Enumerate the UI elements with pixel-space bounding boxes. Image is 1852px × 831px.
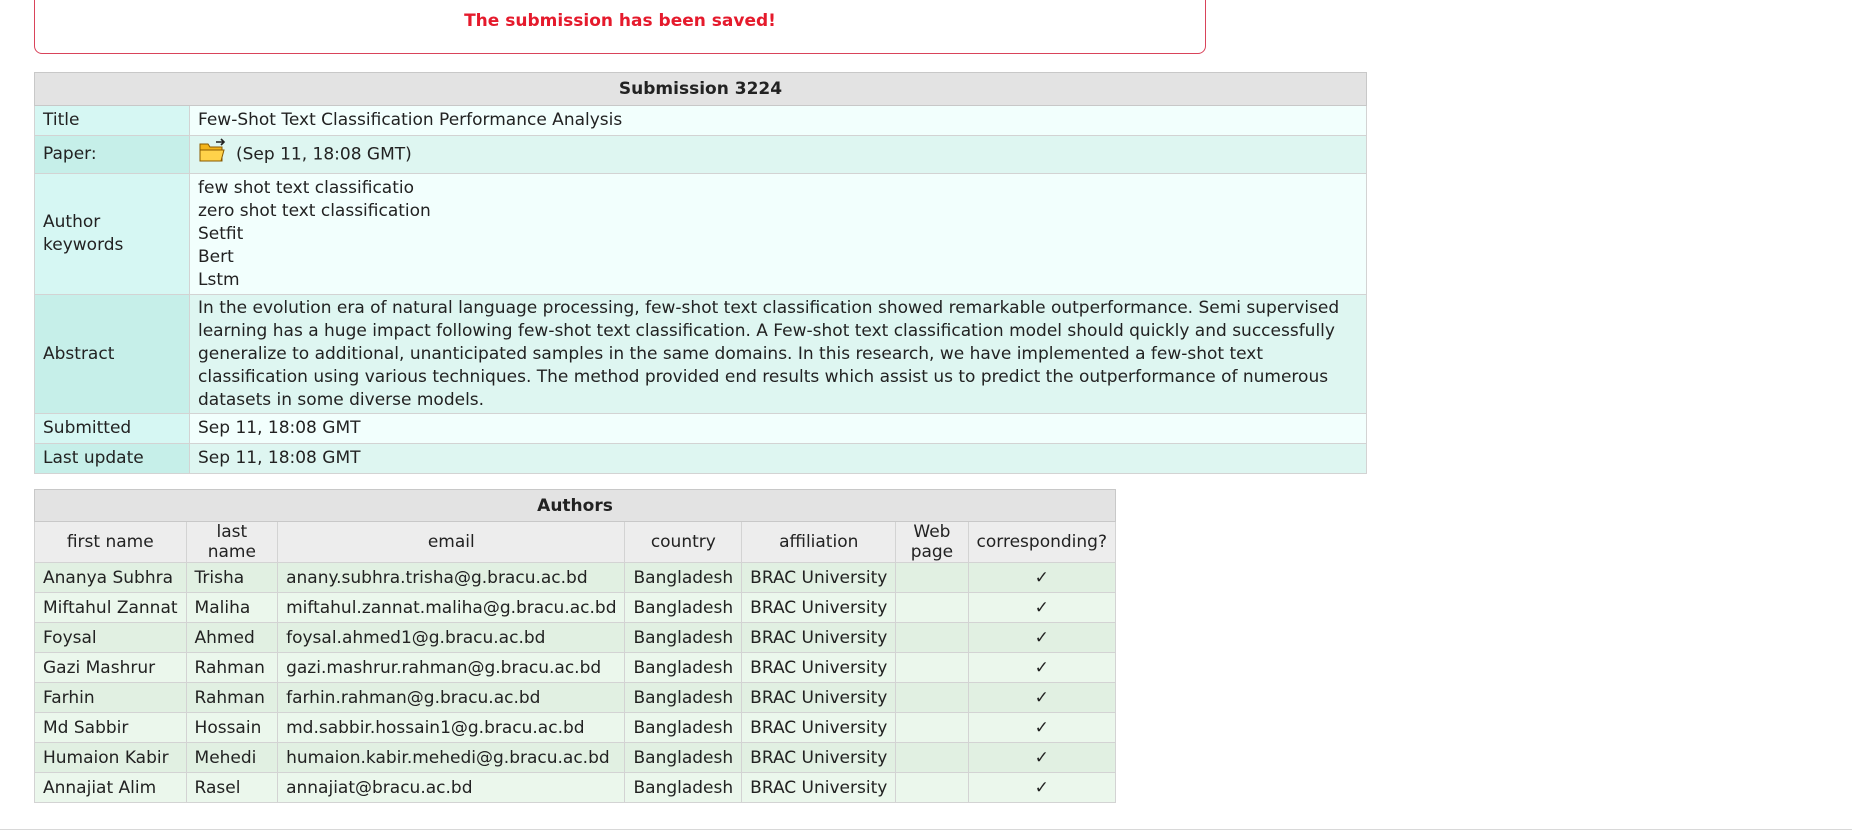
paper-date: (Sep 11, 18:08 GMT) <box>236 144 412 165</box>
keyword-item: zero shot text classification <box>198 200 431 221</box>
save-notice-text: The submission has been saved! <box>464 11 776 31</box>
keyword-item: Setfit <box>198 223 244 244</box>
country-cell: Bangladesh <box>624 652 743 683</box>
last-update-label: Last update <box>34 443 190 474</box>
paper-value: (Sep 11, 18:08 GMT) <box>189 135 1367 174</box>
last-name-cell: Rasel <box>185 772 279 803</box>
divider <box>0 829 1852 830</box>
email-cell: gazi.mashrur.rahman@g.bracu.ac.bd <box>277 652 626 683</box>
affiliation-cell: BRAC University <box>741 682 897 713</box>
corresponding-cell: ✓ <box>967 652 1117 683</box>
country-cell: Bangladesh <box>624 622 743 653</box>
corresponding-cell: ✓ <box>967 592 1117 623</box>
author-row: Md Sabbir Hossain md.sabbir.hossain1@g.bra… <box>34 712 1117 743</box>
web-page-cell <box>895 682 969 713</box>
last-update-value: Sep 11, 18:08 GMT <box>189 443 1367 474</box>
web-page-cell <box>895 652 969 683</box>
column-header: first name <box>34 521 187 563</box>
keywords-label: Author keywords <box>34 173 190 295</box>
web-page-cell <box>895 562 969 593</box>
country-cell: Bangladesh <box>624 772 743 803</box>
web-page-cell <box>895 712 969 743</box>
web-page-cell <box>895 772 969 803</box>
first-name-cell: Annajiat Alim <box>34 772 187 803</box>
title-label: Title <box>34 105 190 136</box>
corresponding-cell: ✓ <box>967 622 1117 653</box>
keyword-item: Lstm <box>198 269 240 290</box>
first-name-cell: Farhin <box>34 682 187 713</box>
column-header: Web page <box>895 521 969 563</box>
email-cell: foysal.ahmed1@g.bracu.ac.bd <box>277 622 626 653</box>
web-page-cell <box>895 592 969 623</box>
paper-label: Paper: <box>34 135 190 174</box>
country-cell: Bangladesh <box>624 712 743 743</box>
affiliation-cell: BRAC University <box>741 772 897 803</box>
affiliation-cell: BRAC University <box>741 592 897 623</box>
corresponding-cell: ✓ <box>967 742 1117 773</box>
corresponding-cell: ✓ <box>967 562 1117 593</box>
submitted-value: Sep 11, 18:08 GMT <box>189 413 1367 444</box>
affiliation-cell: BRAC University <box>741 562 897 593</box>
affiliation-cell: BRAC University <box>741 742 897 773</box>
first-name-cell: Humaion Kabir <box>34 742 187 773</box>
abstract-value: In the evolution era of natural language… <box>189 294 1367 414</box>
last-name-cell: Hossain <box>185 712 279 743</box>
email-cell: anany.subhra.trisha@g.bracu.ac.bd <box>277 562 626 593</box>
keywords-list: few shot text classificatio zero shot te… <box>189 173 1367 295</box>
author-row: Ananya Subhra Trisha anany.subhra.trisha@g… <box>34 562 1117 593</box>
last-name-cell: Ahmed <box>185 622 279 653</box>
column-header: corresponding? <box>967 521 1117 563</box>
author-row: Miftahul Zannat Maliha miftahul.zannat.mal… <box>34 592 1117 623</box>
last-name-cell: Rahman <box>185 682 279 713</box>
email-cell: annajiat@bracu.ac.bd <box>277 772 626 803</box>
author-row: Farhin Rahman farhin.rahman@g.bracu.ac.bd B… <box>34 682 1117 713</box>
first-name-cell: Miftahul Zannat <box>34 592 187 623</box>
country-cell: Bangladesh <box>624 592 743 623</box>
author-row: Humaion Kabir Mehedi humaion.kabir.mehedi@… <box>34 742 1117 773</box>
email-cell: humaion.kabir.mehedi@g.bracu.ac.bd <box>277 742 626 773</box>
email-cell: md.sabbir.hossain1@g.bracu.ac.bd <box>277 712 626 743</box>
column-header: country <box>624 521 743 563</box>
last-name-cell: Rahman <box>185 652 279 683</box>
email-cell: farhin.rahman@g.bracu.ac.bd <box>277 682 626 713</box>
web-page-cell <box>895 622 969 653</box>
submission-table: Submission 3224 Title Few-Shot Text Clas… <box>34 72 1367 474</box>
first-name-cell: Ananya Subhra <box>34 562 187 593</box>
country-cell: Bangladesh <box>624 562 743 593</box>
affiliation-cell: BRAC University <box>741 652 897 683</box>
country-cell: Bangladesh <box>624 742 743 773</box>
column-header: email <box>277 521 626 563</box>
country-cell: Bangladesh <box>624 682 743 713</box>
corresponding-cell: ✓ <box>967 712 1117 743</box>
last-name-cell: Trisha <box>185 562 279 593</box>
last-name-cell: Maliha <box>185 592 279 623</box>
author-row: Gazi Mashrur Rahman gazi.mashrur.rahman@g.… <box>34 652 1117 683</box>
folder-icon[interactable] <box>198 138 228 171</box>
authors-caption: Authors <box>34 489 1116 522</box>
column-header: affiliation <box>741 521 897 563</box>
first-name-cell: Gazi Mashrur <box>34 652 187 683</box>
corresponding-cell: ✓ <box>967 772 1117 803</box>
last-name-cell: Mehedi <box>185 742 279 773</box>
submitted-label: Submitted <box>34 413 190 444</box>
web-page-cell <box>895 742 969 773</box>
email-cell: miftahul.zannat.maliha@g.bracu.ac.bd <box>277 592 626 623</box>
save-notice: The submission has been saved! <box>34 0 1206 54</box>
abstract-label: Abstract <box>34 294 190 414</box>
author-row: Annajiat Alim Rasel annajiat@bracu.ac.bd Ba… <box>34 772 1117 803</box>
title-value: Few-Shot Text Classification Performance… <box>189 105 1367 136</box>
keyword-item: few shot text classificatio <box>198 177 414 198</box>
first-name-cell: Md Sabbir <box>34 712 187 743</box>
submission-caption: Submission 3224 <box>34 72 1367 106</box>
affiliation-cell: BRAC University <box>741 622 897 653</box>
keyword-item: Bert <box>198 246 234 267</box>
affiliation-cell: BRAC University <box>741 712 897 743</box>
author-row: Foysal Ahmed foysal.ahmed1@g.bracu.ac.bd Ba… <box>34 622 1117 653</box>
column-header: last name <box>185 521 279 563</box>
authors-table: Authors first name last name email country a… <box>34 489 1117 803</box>
first-name-cell: Foysal <box>34 622 187 653</box>
corresponding-cell: ✓ <box>967 682 1117 713</box>
